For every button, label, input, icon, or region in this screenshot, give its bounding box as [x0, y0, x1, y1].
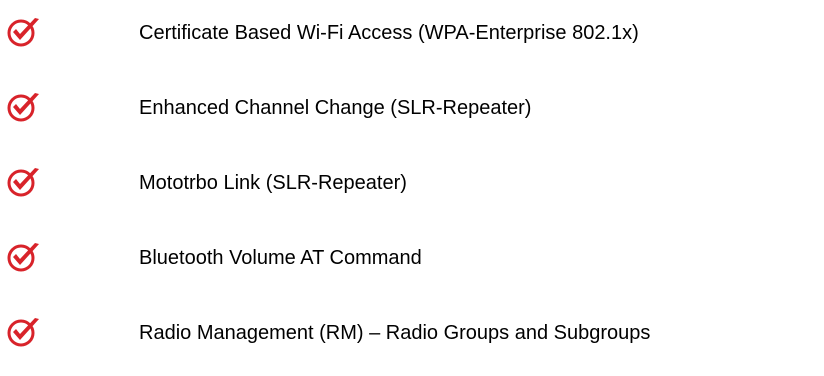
feature-label: Enhanced Channel Change (SLR-Repeater)	[139, 97, 532, 119]
feature-list: Certificate Based Wi-Fi Access (WPA-Ente…	[0, 0, 824, 376]
feature-label: Bluetooth Volume AT Command	[139, 247, 422, 269]
checkmark-icon	[6, 241, 42, 273]
feature-label: Certificate Based Wi-Fi Access (WPA-Ente…	[139, 22, 639, 44]
list-item: Radio Management (RM) – Radio Groups and…	[0, 312, 824, 352]
feature-label: Mototrbo Link (SLR-Repeater)	[139, 172, 407, 194]
checkmark-icon	[6, 316, 42, 348]
list-item: Mototrbo Link (SLR-Repeater)	[0, 162, 824, 202]
checkmark-icon	[6, 91, 42, 123]
checkmark-icon	[6, 16, 42, 48]
list-item: Certificate Based Wi-Fi Access (WPA-Ente…	[0, 12, 824, 52]
feature-label: Radio Management (RM) – Radio Groups and…	[139, 322, 651, 344]
list-item: Enhanced Channel Change (SLR-Repeater)	[0, 87, 824, 127]
checkmark-icon	[6, 166, 42, 198]
list-item: Bluetooth Volume AT Command	[0, 237, 824, 277]
